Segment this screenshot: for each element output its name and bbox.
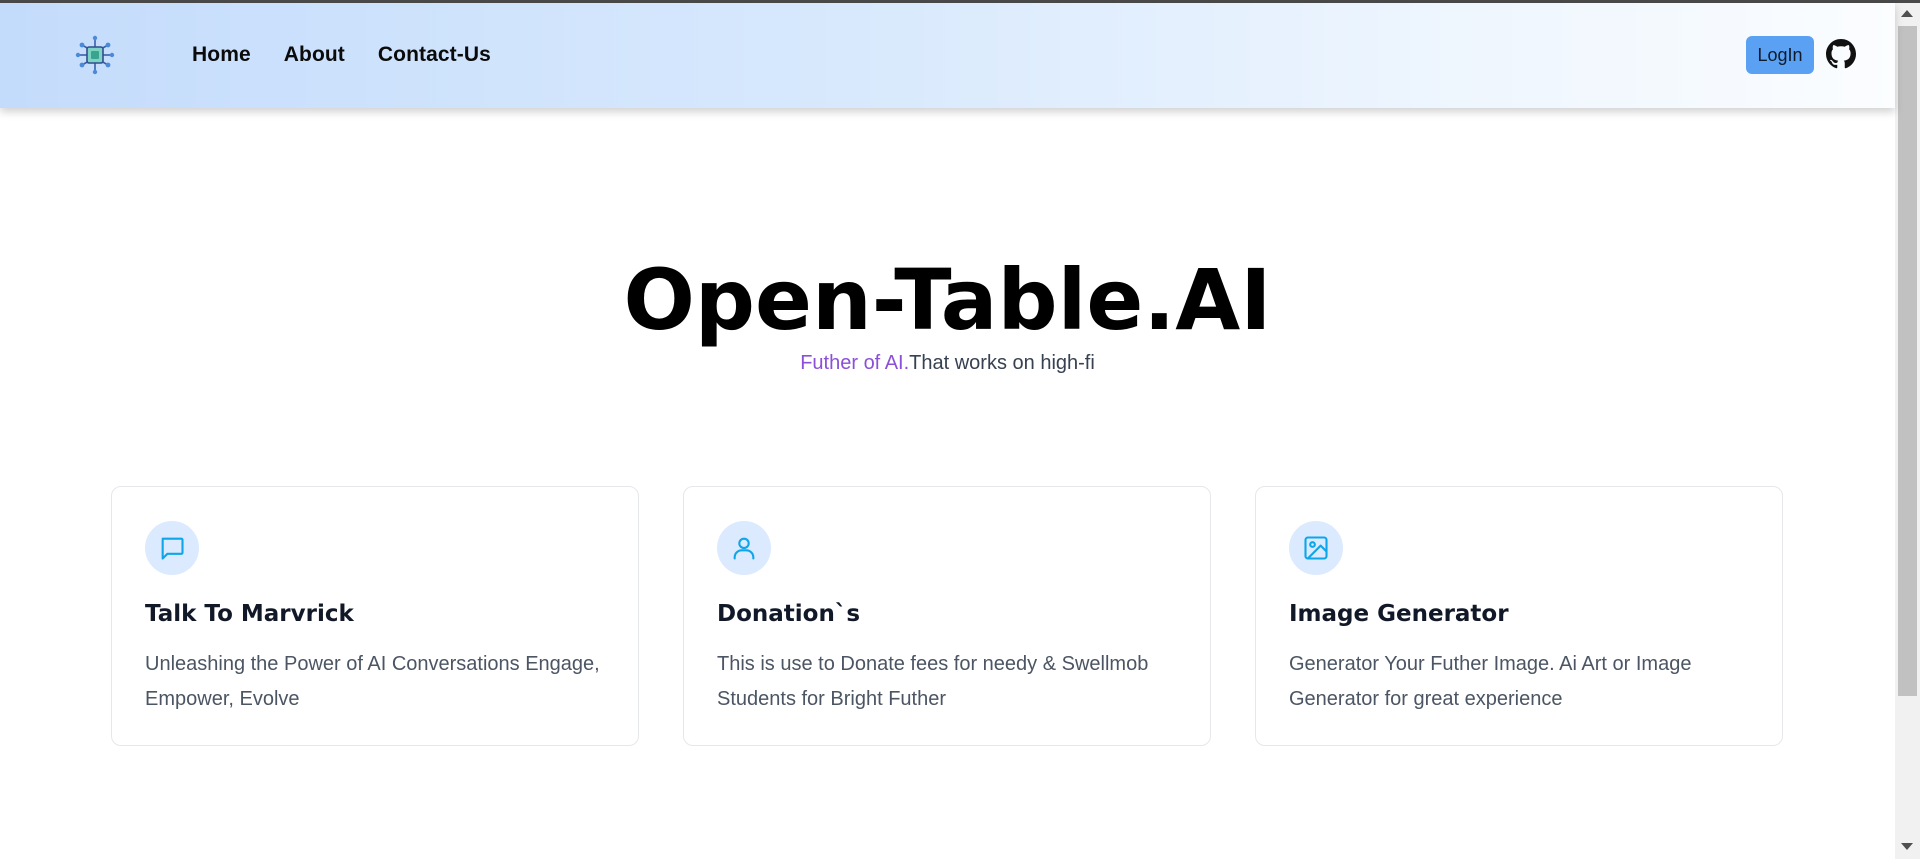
github-icon[interactable]: [1826, 39, 1856, 69]
card-title: Image Generator: [1289, 601, 1509, 627]
nav-about-link[interactable]: About: [284, 43, 345, 67]
nav-links: Home About Contact-Us: [192, 43, 491, 67]
image-icon: [1289, 521, 1343, 575]
hero-subtitle-accent: Futher of AI.: [800, 352, 910, 374]
chip-icon[interactable]: [74, 34, 116, 76]
card-description: Unleashing the Power of AI Conversations…: [145, 653, 600, 710]
hero-title: Open-Table.AI: [623, 251, 1272, 349]
scroll-up-arrow-icon[interactable]: [1901, 10, 1913, 17]
nav-home-link[interactable]: Home: [192, 43, 251, 67]
scroll-down-arrow-icon[interactable]: [1901, 843, 1913, 850]
login-button[interactable]: LogIn: [1746, 36, 1814, 74]
card-title: Talk To Marvrick: [145, 601, 354, 627]
scrollbar-thumb[interactable]: [1898, 26, 1917, 696]
card-description: Generator Your Futher Image. Ai Art or I…: [1289, 653, 1692, 710]
hero-subtitle: Futher of AI.That works on high-fi: [0, 351, 1895, 375]
card-title: Donation`s: [717, 601, 861, 627]
nav-contact-link[interactable]: Contact-Us: [378, 43, 491, 67]
card-description: This is use to Donate fees for needy & S…: [717, 653, 1149, 710]
chat-bubble-icon: [145, 521, 199, 575]
feature-card-talk[interactable]: Talk To Marvrick Unleashing the Power of…: [111, 486, 639, 746]
feature-card-image-generator[interactable]: Image Generator Generator Your Futher Im…: [1255, 486, 1783, 746]
navbar: Home About Contact-Us LogIn: [0, 3, 1895, 108]
user-icon: [717, 521, 771, 575]
hero-subtitle-rest: That works on high-fi: [909, 352, 1095, 374]
feature-card-donation[interactable]: Donation`s This is use to Donate fees fo…: [683, 486, 1211, 746]
